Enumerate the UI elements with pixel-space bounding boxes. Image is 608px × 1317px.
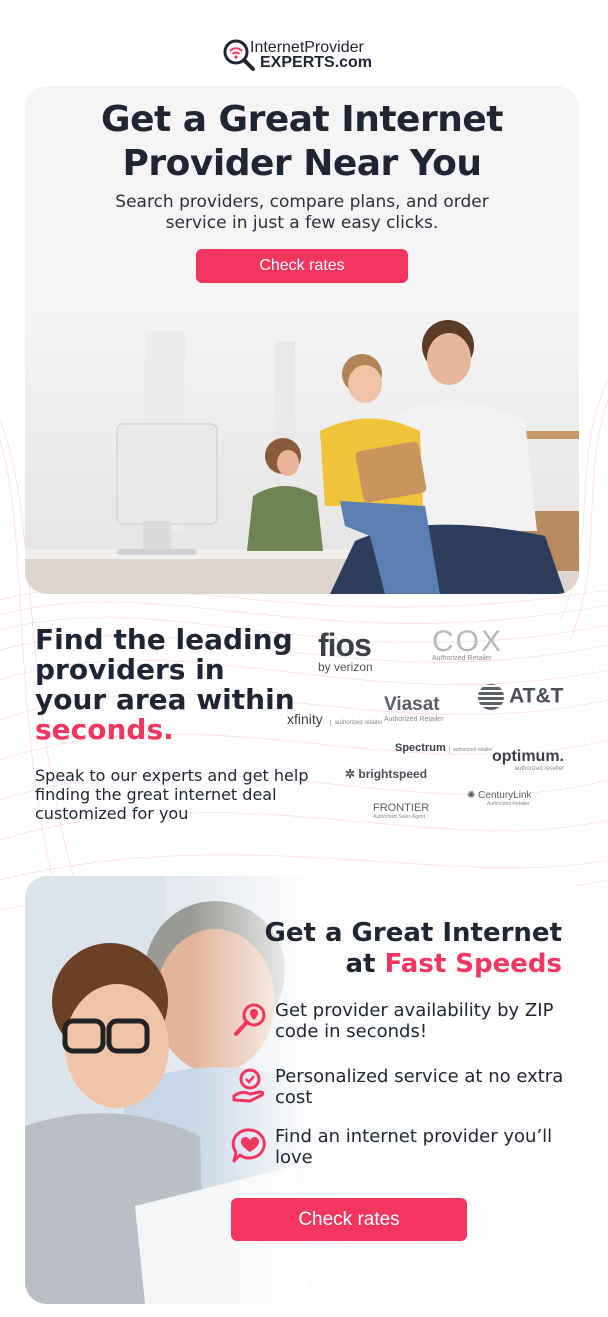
provider-tag-optimum: authorized reseller	[514, 766, 564, 772]
provider-logo-att: AT&T	[478, 684, 564, 710]
starburst-icon: ✺	[467, 790, 479, 801]
provider-logo-xfinity: xfinity authorized retailer	[287, 711, 383, 727]
features-check-rates-button[interactable]: Check rates	[231, 1198, 467, 1241]
provider-name-spectrum: Spectrum	[395, 742, 446, 754]
feature-text-availability: Get provider availability by ZIP code in…	[275, 1000, 554, 1042]
providers-heading: Find the leading providers in your area …	[35, 625, 305, 745]
provider-tag-fios: by verizon	[318, 660, 373, 674]
provider-name-fios: fios	[318, 627, 372, 663]
sparkle-icon: ✲	[345, 767, 359, 781]
provider-name-brightspeed: brightspeed	[358, 767, 428, 781]
provider-logo-fios: fios by verizon	[318, 627, 373, 674]
provider-name-optimum: optimum.	[492, 748, 564, 765]
provider-tag-spectrum: authorized retailer	[448, 747, 493, 753]
provider-logo-viasat: Viasat Authorized Retailer	[384, 694, 444, 723]
features-heading: Get a Great Internet at Fast Speeds	[205, 918, 562, 980]
provider-name-centurylink: CenturyLink	[478, 790, 532, 801]
provider-logo-optimum: optimum. authorized reseller	[492, 748, 564, 772]
providers-heading-accent: seconds.	[35, 713, 174, 746]
provider-logo-cox: COX Authorized Retailer	[432, 625, 503, 662]
feature-item-personalized: Personalized service at no extra cost	[230, 1066, 570, 1116]
features-heading-line1: Get a Great Internet	[264, 918, 562, 948]
hero-card: Get a Great Internet Provider Near You S…	[25, 86, 579, 594]
feature-item-availability: Get provider availability by ZIP code in…	[230, 1000, 570, 1050]
hero-subtitle: Search providers, compare plans, and ord…	[115, 192, 489, 233]
feature-text-personalized: Personalized service at no extra cost	[275, 1066, 564, 1108]
providers-description: Speak to our experts and get help findin…	[35, 766, 309, 823]
feature-text-love: Find an internet provider you’ll love	[275, 1126, 553, 1168]
site-logo[interactable]: InternetProvider EXPERTS.com	[222, 38, 392, 72]
provider-tag-viasat: Authorized Retailer	[384, 716, 444, 723]
features-heading-at: at	[345, 949, 376, 979]
provider-tag-centurylink: Authorized Retailer	[487, 801, 530, 807]
provider-tag-xfinity: authorized retailer	[329, 720, 383, 726]
providers-heading-main: Find the leading providers in your area …	[35, 623, 295, 716]
hero-title: Get a Great Internet Provider Near You	[101, 99, 503, 184]
globe-icon	[478, 684, 504, 710]
logo-text-line2: EXPERTS.com	[260, 54, 373, 71]
hero-check-rates-button[interactable]: Check rates	[196, 249, 408, 283]
family-photo	[25, 311, 579, 594]
provider-logo-centurylink: ✺ CenturyLink Authorized Retailer	[467, 790, 532, 807]
badge-hand-icon	[232, 1068, 265, 1103]
provider-tag-frontier: Authorized Sales Agent	[373, 814, 425, 820]
provider-name-xfinity: xfinity	[287, 711, 323, 727]
search-location-icon	[234, 1003, 266, 1036]
features-card: Get a Great Internet at Fast Speeds Get …	[25, 876, 579, 1304]
heart-chat-icon	[231, 1128, 266, 1163]
provider-name-att: AT&T	[509, 684, 564, 708]
provider-logo-brightspeed: ✲ brightspeed	[345, 767, 427, 781]
provider-name-viasat: Viasat	[384, 694, 440, 715]
provider-logo-spectrum: Spectrum authorized retailer	[395, 742, 493, 754]
provider-name-cox: COX	[432, 625, 504, 658]
features-heading-accent: Fast Speeds	[384, 949, 562, 979]
feature-item-love: Find an internet provider you’ll love	[230, 1126, 570, 1176]
provider-name-frontier: FRONTIER	[373, 802, 430, 814]
provider-logo-frontier: FRONTIER Authorized Sales Agent	[373, 802, 429, 820]
